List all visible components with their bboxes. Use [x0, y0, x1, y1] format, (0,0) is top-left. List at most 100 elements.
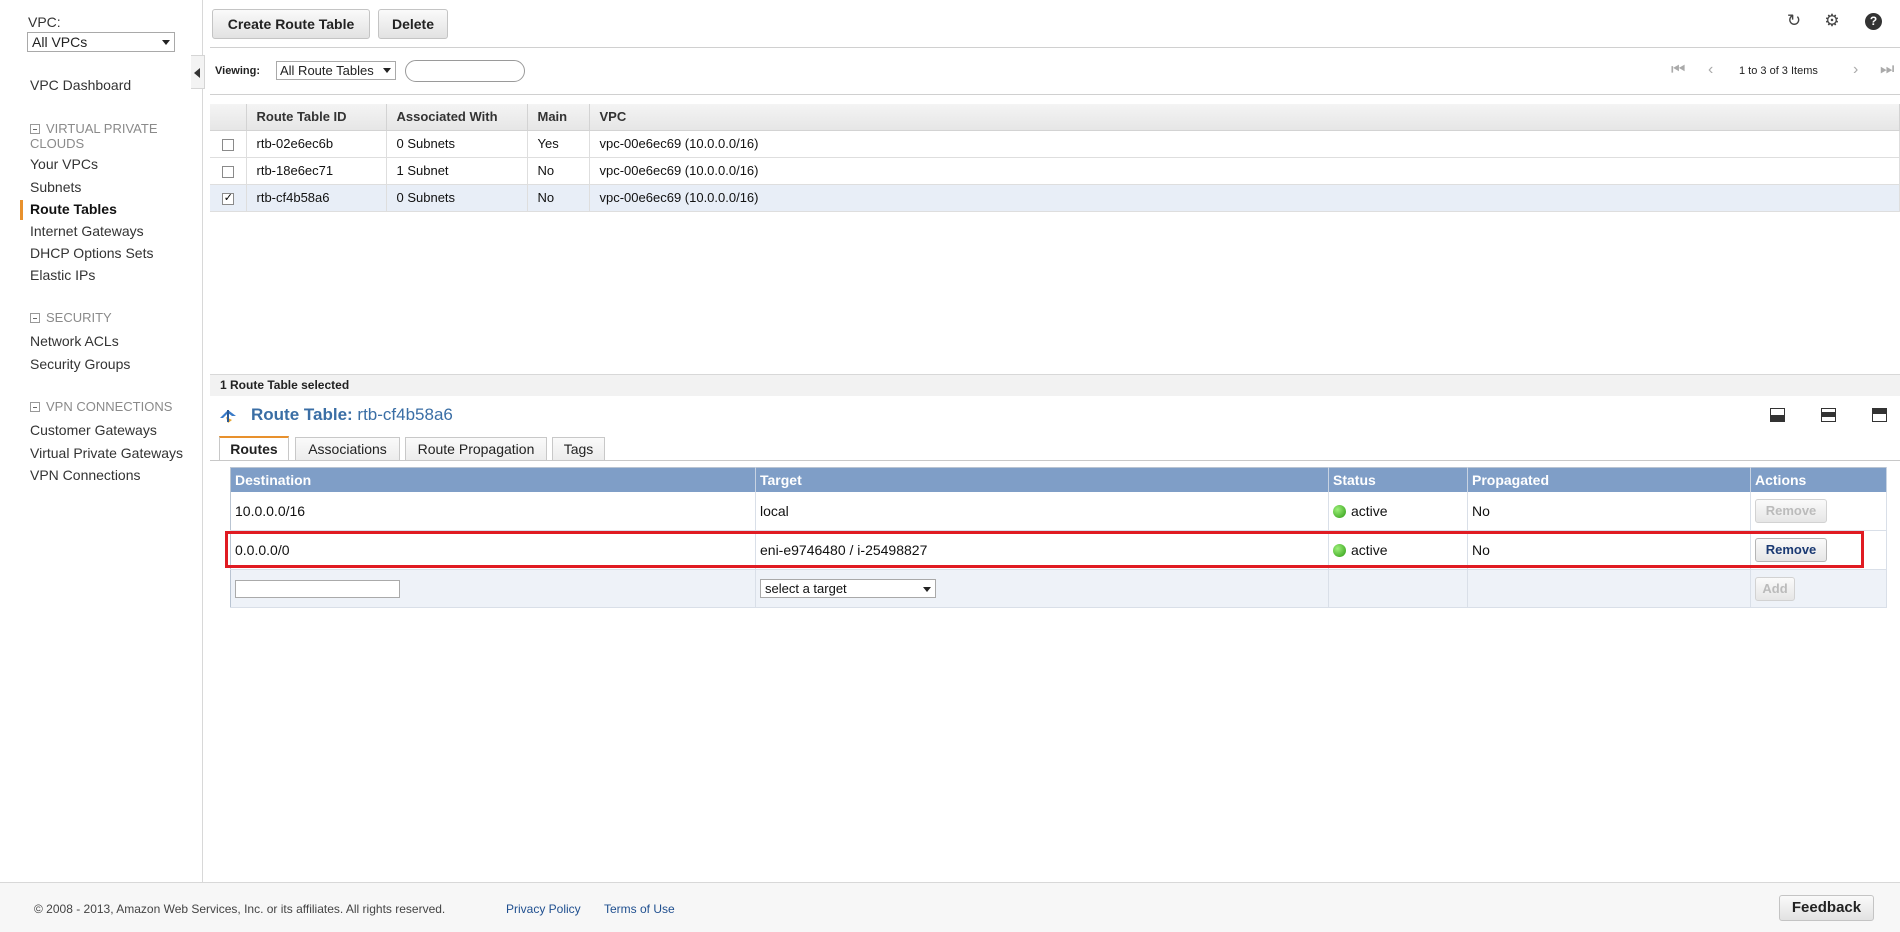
destination-input[interactable]	[235, 579, 400, 598]
sidebar-item-virtual-private-gateways[interactable]: Virtual Private Gateways	[30, 445, 183, 461]
row-checkbox[interactable]	[221, 191, 234, 205]
viewing-label: Viewing:	[215, 65, 261, 77]
collapse-left-icon	[194, 68, 200, 78]
previous-page-icon[interactable]: ‹	[1708, 62, 1713, 78]
sidebar-item-subnets[interactable]: Subnets	[30, 179, 81, 195]
first-page-icon[interactable]: ⏮	[1671, 62, 1685, 78]
column-header-status: Status	[1328, 467, 1468, 492]
layout-bottom-icon[interactable]	[1770, 408, 1785, 422]
vpc-filter-value: All VPCs	[32, 34, 88, 50]
table-row[interactable]: rtb-18e6ec71 1 Subnet No vpc-00e6ec69 (1…	[210, 157, 1900, 185]
viewing-filter-value: All Route Tables	[280, 63, 374, 78]
new-destination-cell	[230, 569, 756, 608]
row-checkbox-cell[interactable]	[210, 184, 247, 212]
search-input[interactable]	[405, 60, 525, 82]
column-header-main[interactable]: Main	[527, 104, 590, 131]
tab-route-propagation[interactable]: Route Propagation	[405, 437, 547, 460]
sidebar-item-your-vpcs[interactable]: Your VPCs	[30, 156, 98, 172]
route-row: 10.0.0.0/16 local active No Remove	[230, 491, 1887, 531]
sidebar-item-network-acls[interactable]: Network ACLs	[30, 333, 119, 349]
column-header-destination: Destination	[230, 467, 756, 492]
section-security[interactable]: SECURITY	[30, 310, 180, 325]
section-vpn-connections[interactable]: VPN CONNECTIONS	[30, 399, 180, 414]
sidebar: VPC: All VPCs VPC Dashboard VIRTUAL PRIV…	[0, 0, 203, 882]
add-route-button: Add	[1755, 576, 1795, 601]
viewing-filter-select[interactable]: All Route Tables	[276, 61, 396, 80]
next-page-icon[interactable]: ›	[1853, 62, 1858, 78]
tab-routes[interactable]: Routes	[219, 436, 289, 460]
associated-with: 0 Subnets	[386, 184, 528, 212]
dropdown-arrow-icon	[383, 68, 391, 73]
help-icon[interactable]: ?	[1865, 13, 1882, 30]
layout-split-icon[interactable]	[1821, 408, 1836, 422]
main-flag: No	[527, 157, 590, 185]
delete-button[interactable]: Delete	[378, 9, 448, 39]
row-checkbox[interactable]	[221, 165, 234, 178]
tab-tags[interactable]: Tags	[552, 437, 605, 460]
feedback-button[interactable]: Feedback	[1779, 895, 1874, 921]
column-header-actions: Actions	[1750, 467, 1887, 492]
sidebar-item-vpc-dashboard[interactable]: VPC Dashboard	[30, 77, 131, 93]
table-row[interactable]: rtb-02e6ec6b 0 Subnets Yes vpc-00e6ec69 …	[210, 130, 1900, 158]
last-page-icon[interactable]: ⏭	[1880, 62, 1894, 78]
sidebar-item-dhcp-options-sets[interactable]: DHCP Options Sets	[30, 245, 153, 261]
collapse-icon	[30, 124, 40, 134]
sidebar-item-vpn-connections[interactable]: VPN Connections	[30, 467, 141, 483]
status-active-icon	[1333, 504, 1346, 518]
refresh-icon[interactable]: ↻	[1785, 12, 1803, 30]
associated-with: 0 Subnets	[386, 130, 528, 158]
sidebar-item-customer-gateways[interactable]: Customer Gateways	[30, 422, 157, 438]
row-checkbox-cell[interactable]	[210, 157, 247, 185]
route-destination: 10.0.0.0/16	[230, 491, 756, 531]
route-target: local	[755, 491, 1329, 531]
vpc-value: vpc-00e6ec69 (10.0.0.0/16)	[589, 130, 1900, 158]
column-header-route-table-id[interactable]: Route Table ID	[246, 104, 387, 131]
route-table-id: rtb-02e6ec6b	[246, 130, 387, 158]
gear-icon[interactable]: ⚙	[1823, 12, 1841, 30]
route-status: active	[1351, 502, 1388, 519]
table-row[interactable]: rtb-cf4b58a6 0 Subnets No vpc-00e6ec69 (…	[210, 184, 1900, 212]
tab-associations[interactable]: Associations	[295, 437, 400, 460]
column-header-associated-with[interactable]: Associated With	[386, 104, 528, 131]
privacy-policy-link[interactable]: Privacy Policy	[506, 902, 581, 916]
create-route-table-button[interactable]: Create Route Table	[212, 9, 370, 39]
active-item-marker	[20, 200, 23, 220]
route-table-icon	[220, 410, 236, 423]
dropdown-arrow-icon	[923, 587, 931, 592]
viewing-divider	[210, 94, 1900, 95]
route-status-cell: active	[1328, 491, 1468, 531]
layout-top-icon[interactable]	[1872, 408, 1887, 422]
main-flag: Yes	[527, 130, 590, 158]
collapse-icon	[30, 313, 40, 323]
terms-of-use-link[interactable]: Terms of Use	[604, 902, 675, 916]
vpc-value: vpc-00e6ec69 (10.0.0.0/16)	[589, 157, 1900, 185]
sidebar-item-route-tables[interactable]: Route Tables	[30, 201, 117, 217]
main-flag: No	[527, 184, 590, 212]
collapse-icon	[30, 402, 40, 412]
route-table-id: rtb-cf4b58a6	[246, 184, 387, 212]
sidebar-collapse-toggle[interactable]	[191, 55, 205, 89]
associated-with: 1 Subnet	[386, 157, 528, 185]
vpc-filter-select[interactable]: All VPCs	[27, 32, 175, 52]
new-actions-cell: Add	[1750, 569, 1887, 608]
route-table-id: rtb-18e6ec71	[246, 157, 387, 185]
column-header-vpc[interactable]: VPC	[589, 104, 1900, 131]
new-propagated-cell	[1467, 569, 1751, 608]
footer: © 2008 - 2013, Amazon Web Services, Inc.…	[0, 882, 1900, 932]
tab-baseline	[210, 460, 1900, 461]
new-route-row: select a target Add	[230, 569, 1887, 608]
target-select[interactable]: select a target	[760, 579, 936, 598]
sidebar-item-internet-gateways[interactable]: Internet Gateways	[30, 223, 144, 239]
copyright-text: © 2008 - 2013, Amazon Web Services, Inc.…	[34, 902, 446, 916]
detail-title-prefix: Route Table:	[251, 405, 353, 424]
target-select-value: select a target	[765, 581, 847, 596]
row-checkbox[interactable]	[221, 138, 234, 151]
toolbar-divider	[210, 47, 1900, 48]
sidebar-item-security-groups[interactable]: Security Groups	[30, 356, 130, 372]
section-virtual-private-clouds[interactable]: VIRTUAL PRIVATE CLOUDS	[30, 121, 180, 151]
vpc-filter-label: VPC:	[28, 14, 61, 30]
sidebar-item-elastic-ips[interactable]: Elastic IPs	[30, 267, 95, 283]
detail-title: Route Table: rtb-cf4b58a6	[251, 405, 453, 425]
route-propagated: No	[1467, 491, 1751, 531]
row-checkbox-cell[interactable]	[210, 130, 247, 158]
